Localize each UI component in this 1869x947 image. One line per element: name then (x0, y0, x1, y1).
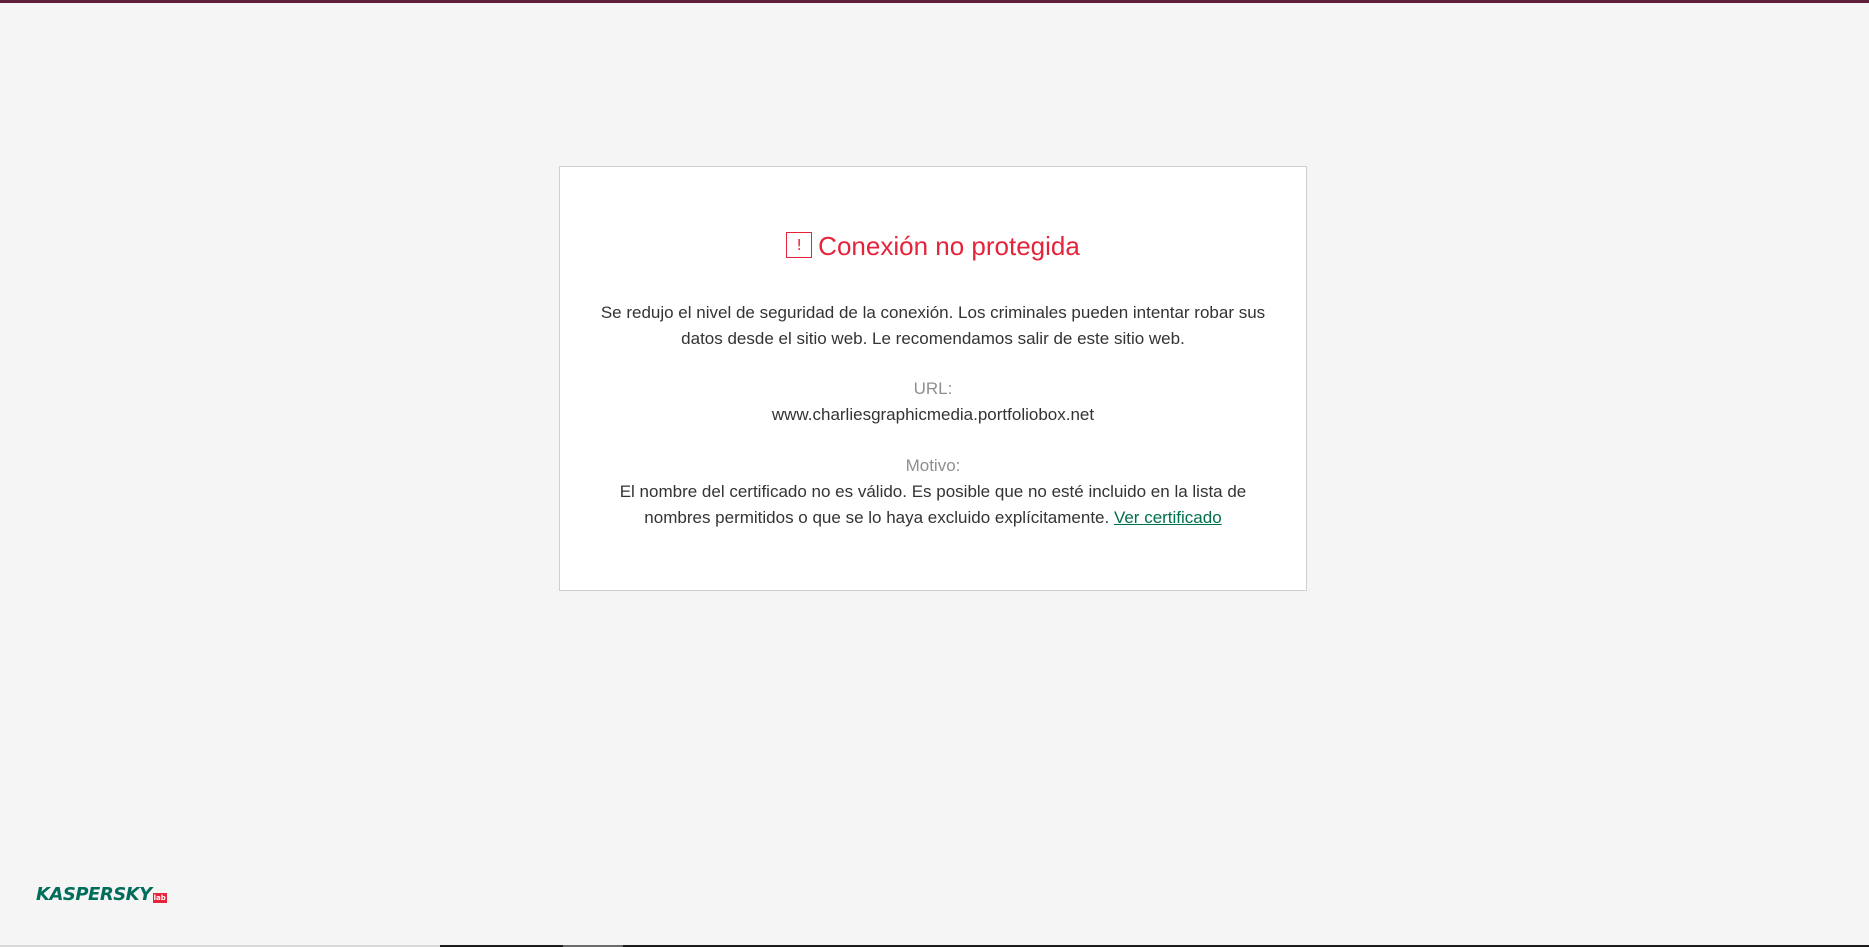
reason-text-block: El nombre del certificado no es válido. … (600, 479, 1266, 531)
kaspersky-lab-badge: lab (152, 893, 167, 903)
view-certificate-link[interactable]: Ver certificado (1114, 508, 1222, 527)
warning-card: ! Conexión no protegida Se redujo el niv… (559, 166, 1307, 591)
warning-description: Se redujo el nivel de seguridad de la co… (600, 303, 1266, 348)
kaspersky-logo: KASPERSKY lab (36, 884, 167, 906)
exclamation-square-icon: ! (786, 232, 813, 258)
reason-label: Motivo: (905, 456, 961, 475)
top-accent-bar (0, 0, 1869, 3)
url-label: URL: (913, 379, 953, 398)
kaspersky-logo-text: KASPERSKY (36, 884, 152, 905)
url-value: www.charliesgraphicmedia.portfoliobox.ne… (771, 405, 1095, 424)
warning-title-row: ! Conexión no protegida (560, 229, 1306, 263)
warning-title: Conexión no protegida (818, 231, 1080, 261)
